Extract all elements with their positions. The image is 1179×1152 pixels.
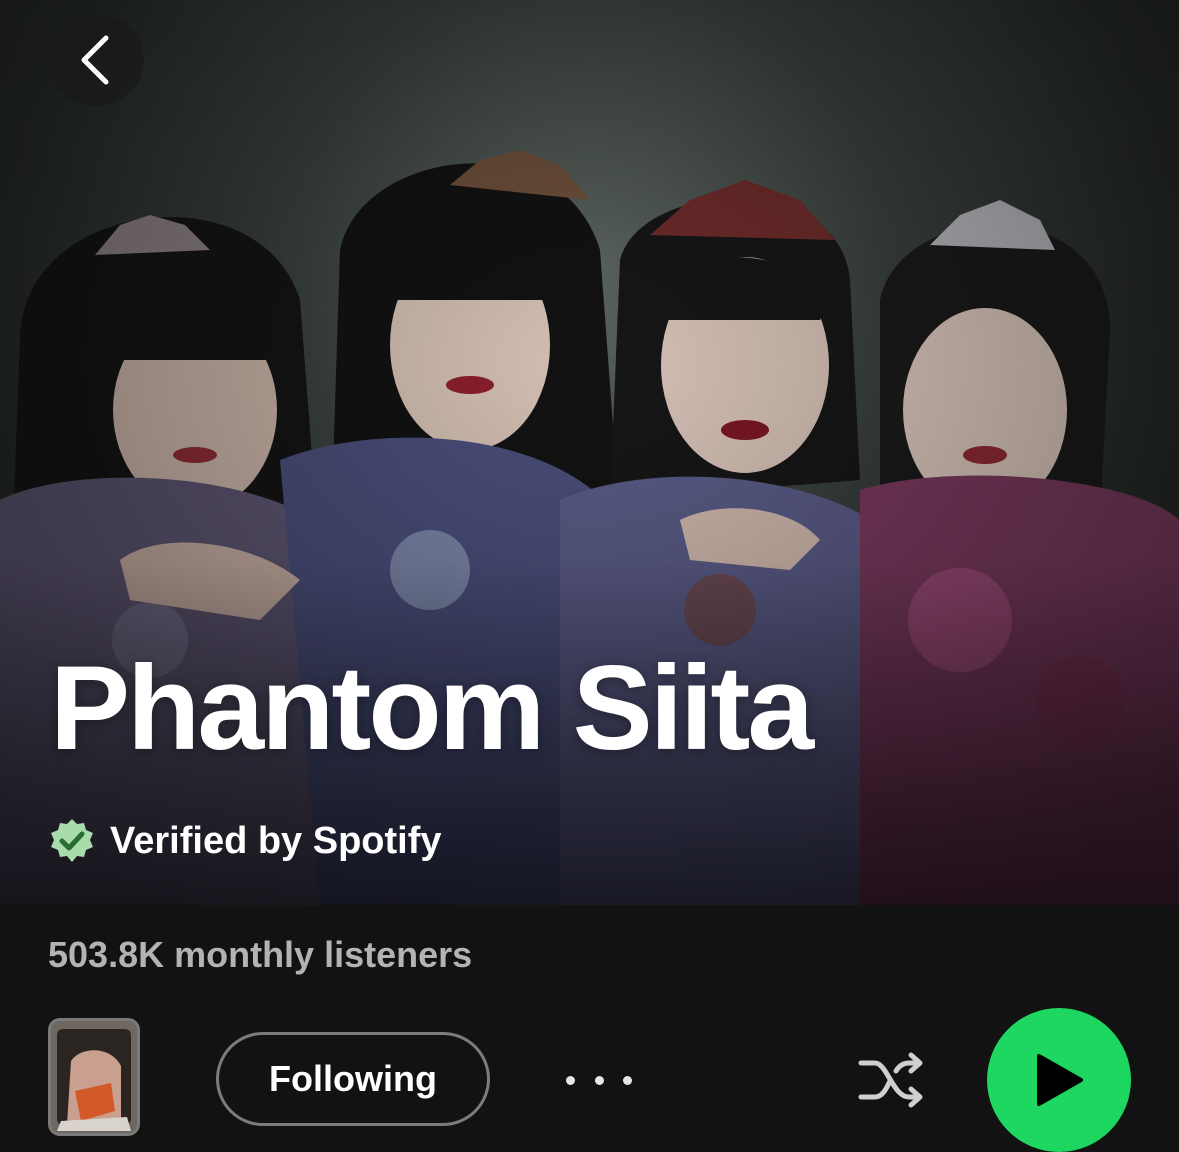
- following-button[interactable]: Following: [216, 1032, 490, 1126]
- artist-pick-thumbnail[interactable]: [48, 1018, 140, 1136]
- play-button[interactable]: [987, 1008, 1131, 1152]
- verified-row: Verified by Spotify: [48, 816, 442, 866]
- thumbnail-image: [51, 1021, 137, 1133]
- verified-badge-icon: [51, 819, 93, 862]
- verified-label: Verified by Spotify: [110, 819, 442, 862]
- play-icon: [1037, 1054, 1083, 1106]
- artist-header-image: Phantom Siita Verified by Spotify: [0, 0, 1179, 905]
- more-options-dot: [594, 1075, 604, 1085]
- back-button[interactable]: [48, 14, 144, 106]
- more-options-icon: [566, 1075, 575, 1085]
- shuffle-icon: [858, 1052, 923, 1108]
- shuffle-button[interactable]: [856, 1048, 928, 1112]
- artist-name: Phantom Siita: [50, 641, 814, 775]
- monthly-listeners: 503.8K monthly listeners: [48, 934, 473, 975]
- more-options-button[interactable]: [566, 1058, 632, 1102]
- chevron-left-icon: [81, 35, 109, 85]
- more-options-dot: [623, 1075, 632, 1085]
